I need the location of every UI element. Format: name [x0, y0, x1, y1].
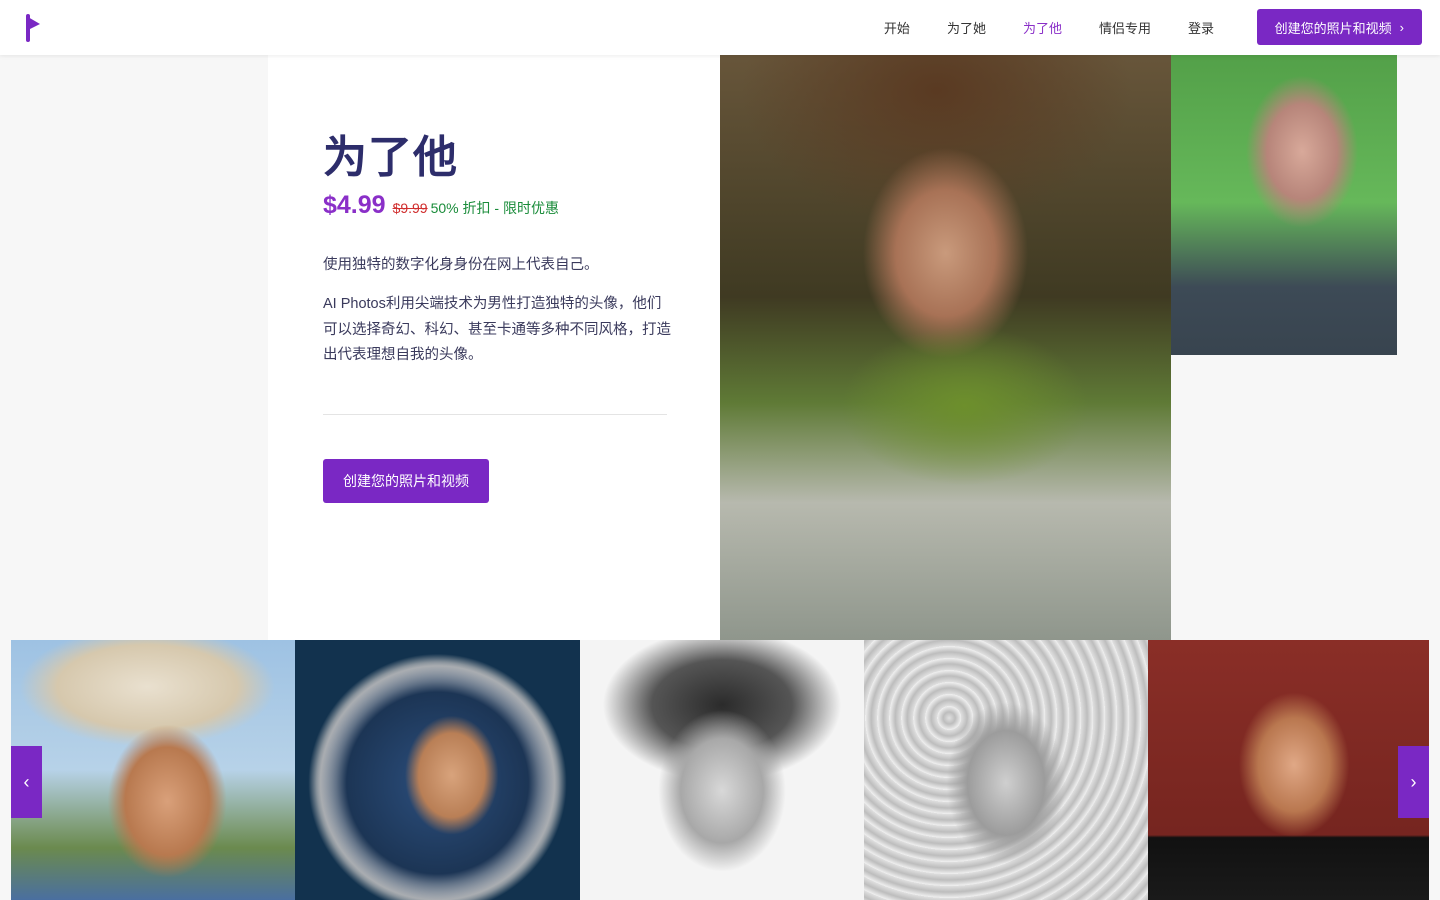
- gallery-tuxedo-portrait[interactable]: [1148, 640, 1429, 900]
- site-header: 开始 为了她 为了他 情侣专用 登录 创建您的照片和视频 ›: [0, 0, 1440, 55]
- gallery-cowboy-portrait[interactable]: [11, 640, 295, 900]
- chevron-right-icon: ›: [1399, 19, 1404, 35]
- nav-item-start[interactable]: 开始: [884, 18, 910, 37]
- create-button[interactable]: 创建您的照片和视频: [323, 459, 489, 503]
- divider: [323, 414, 667, 415]
- nav-item-login[interactable]: 登录: [1188, 18, 1214, 37]
- description-body: AI Photos利用尖端技术为男性打造独特的头像，他们可以选择奇幻、科幻、甚至…: [323, 296, 671, 363]
- chevron-left-icon: ‹: [23, 771, 30, 792]
- moss-texture: [840, 326, 1090, 486]
- header-create-label: 创建您的照片和视频: [1274, 20, 1392, 36]
- gallery-prev-button[interactable]: ‹: [11, 746, 42, 818]
- hero-original-photo: [1171, 16, 1397, 355]
- price-original: $9.99: [392, 200, 428, 216]
- main-nav: 开始 为了她 为了他 情侣专用 登录: [847, 0, 1214, 55]
- header-create-button[interactable]: 创建您的照片和视频 ›: [1256, 9, 1422, 45]
- price-current: $4.99: [323, 191, 386, 219]
- product-panel: 为了他 $4.99 $9.99 50% 折扣 - 限时优惠 使用独特的数字化身身…: [268, 55, 720, 640]
- nav-item-couples[interactable]: 情侣专用: [1099, 18, 1151, 37]
- nav-item-for-her[interactable]: 为了她: [947, 18, 986, 37]
- description-intro: 使用独特的数字化身身份在网上代表自己。: [323, 257, 599, 273]
- chevron-right-icon: ›: [1410, 771, 1417, 792]
- style-gallery: [11, 640, 1429, 900]
- discount-badge: 50% 折扣 - 限时优惠: [430, 200, 559, 216]
- nav-item-for-him[interactable]: 为了他: [1023, 18, 1062, 37]
- price-row: $4.99 $9.99 50% 折扣 - 限时优惠: [323, 191, 559, 220]
- gallery-next-button[interactable]: ›: [1398, 746, 1429, 818]
- hero-fantasy-portrait: [720, 16, 1171, 640]
- gallery-astronaut-portrait[interactable]: [295, 640, 580, 900]
- gallery-floral-sketch-portrait[interactable]: [864, 640, 1148, 900]
- logo-icon[interactable]: [22, 13, 46, 43]
- page-title: 为了他: [323, 133, 458, 182]
- gallery-sketch-portrait[interactable]: [580, 640, 864, 900]
